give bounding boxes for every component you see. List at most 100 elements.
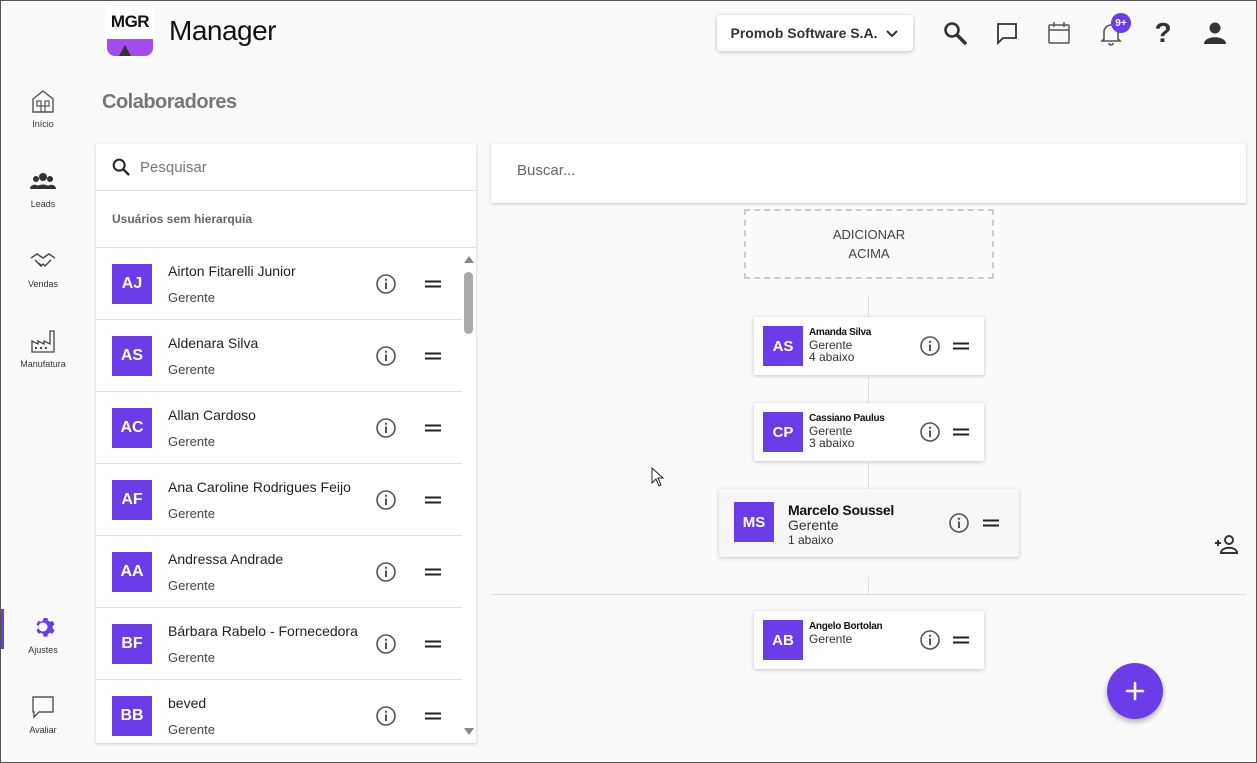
- avatar: AJ: [112, 263, 152, 304]
- help-button[interactable]: ?: [1149, 19, 1177, 47]
- unassigned-users-panel: Usuários sem hierarquia AJ Airton Fitarel…: [96, 144, 476, 743]
- user-info: Allan Cardoso Gerente: [168, 407, 368, 449]
- info-button[interactable]: [375, 345, 397, 367]
- user-role: Gerente: [168, 433, 215, 449]
- search-button[interactable]: [941, 19, 969, 47]
- info-button[interactable]: [375, 633, 397, 655]
- drag-handle-icon: [425, 424, 441, 431]
- sidebar-item-avaliar[interactable]: Avaliar: [1, 693, 85, 735]
- drag-handle-icon: [425, 496, 441, 503]
- drag-handle[interactable]: [423, 490, 443, 510]
- sidebar-item-label: Vendas: [27, 279, 59, 289]
- node-info: Marcelo Soussel Gerente 1 abaixo: [788, 503, 894, 548]
- drag-handle[interactable]: [423, 706, 443, 726]
- drag-handle[interactable]: [423, 418, 443, 438]
- notifications-button[interactable]: 9+: [1097, 13, 1131, 47]
- node-info: Angelo Bortolan Gerente: [809, 621, 883, 645]
- info-button[interactable]: [375, 705, 397, 727]
- user-info: Airton Fitarelli Junior Gerente: [168, 263, 368, 305]
- avatar: AS: [763, 326, 803, 366]
- info-button[interactable]: [375, 417, 397, 439]
- plus-icon: [1125, 681, 1145, 701]
- hierarchy-node[interactable]: CP Cassiano Paulus Gerente 3 abaixo: [754, 403, 984, 461]
- calendar-button[interactable]: [1045, 19, 1073, 47]
- hierarchy-node[interactable]: MS Marcelo Soussel Gerente 1 abaixo: [719, 489, 1019, 557]
- drag-handle[interactable]: [981, 513, 1001, 533]
- logo-triangle: [119, 45, 131, 56]
- user-info: Aldenara Silva Gerente: [168, 335, 368, 377]
- drag-handle[interactable]: [951, 336, 971, 356]
- add-above-dropzone[interactable]: ADICIONAR ACIMA: [744, 209, 994, 279]
- info-icon: [376, 561, 396, 582]
- user-role: Gerente: [168, 505, 215, 521]
- sidebar-item-manufatura[interactable]: Manufatura: [1, 327, 85, 369]
- drag-handle-icon: [425, 640, 441, 647]
- user-name: Ana Caroline Rodrigues Feijo: [168, 478, 351, 495]
- company-name: Promob Software S.A.: [730, 25, 878, 41]
- hierarchy-search-input[interactable]: [517, 162, 1217, 179]
- info-button[interactable]: [375, 273, 397, 295]
- user-name: Airton Fitarelli Junior: [168, 262, 296, 279]
- messages-button[interactable]: [993, 19, 1021, 47]
- sidebar-item-leads[interactable]: Leads: [1, 167, 85, 209]
- app-logo[interactable]: MGR: [105, 6, 155, 58]
- user-name: Andressa Andrade: [168, 550, 284, 567]
- drag-handle[interactable]: [423, 274, 443, 294]
- drag-handle-icon: [425, 568, 441, 575]
- drag-handle-icon: [425, 280, 441, 287]
- info-button[interactable]: [919, 629, 941, 651]
- user-info: Bárbara Rabelo - Fornecedora Gerente: [168, 623, 368, 665]
- sidebar-item-label: Início: [32, 119, 54, 129]
- company-select[interactable]: Promob Software S.A.: [717, 15, 913, 51]
- info-button[interactable]: [919, 421, 941, 443]
- user-icon: [1204, 22, 1226, 44]
- drag-handle[interactable]: [423, 346, 443, 366]
- scroll-down-arrow[interactable]: [464, 728, 474, 735]
- people-icon: [30, 173, 56, 189]
- add-person-button[interactable]: [1213, 531, 1239, 557]
- user-list: AJ Airton Fitarelli Junior Gerente AS Aldena…: [96, 248, 462, 743]
- scrollbar[interactable]: [462, 248, 476, 743]
- user-list-item[interactable]: AJ Airton Fitarelli Junior Gerente: [96, 248, 462, 320]
- app-title: Manager: [169, 15, 277, 46]
- info-button[interactable]: [375, 561, 397, 583]
- drag-handle[interactable]: [423, 562, 443, 582]
- sidebar-item-inicio[interactable]: Início: [1, 87, 85, 129]
- connector-line: [868, 463, 869, 489]
- user-role: Gerente: [168, 649, 215, 665]
- info-icon: [376, 273, 396, 294]
- user-list-item[interactable]: AC Allan Cardoso Gerente: [96, 392, 462, 464]
- info-button[interactable]: [919, 335, 941, 357]
- node-role: Gerente: [788, 517, 839, 533]
- sidebar-item-ajustes[interactable]: Ajustes: [1, 609, 85, 655]
- avatar: BB: [112, 695, 152, 736]
- hierarchy-node[interactable]: AB Angelo Bortolan Gerente: [754, 611, 984, 669]
- user-list-item[interactable]: BB beved Gerente: [96, 680, 462, 743]
- hierarchy-node[interactable]: AS Amanda Silva Gerente 4 abaixo: [754, 317, 984, 375]
- user-role: Gerente: [168, 289, 215, 305]
- avatar: AA: [112, 551, 152, 592]
- user-search-input[interactable]: [140, 158, 460, 176]
- drag-handle[interactable]: [951, 422, 971, 442]
- drag-handle-icon: [425, 712, 441, 719]
- drag-handle[interactable]: [423, 634, 443, 654]
- profile-button[interactable]: [1201, 19, 1229, 47]
- logo-text: MGR: [110, 12, 150, 31]
- user-list-item[interactable]: AS Aldenara Silva Gerente: [96, 320, 462, 392]
- user-name: Bárbara Rabelo - Fornecedora: [168, 622, 358, 639]
- scroll-thumb[interactable]: [464, 272, 473, 334]
- info-button[interactable]: [948, 512, 970, 534]
- user-list-item[interactable]: AF Ana Caroline Rodrigues Feijo Gerente: [96, 464, 462, 536]
- user-role: Gerente: [168, 577, 215, 593]
- drag-handle[interactable]: [951, 630, 971, 650]
- info-icon: [949, 513, 969, 533]
- scroll-up-arrow[interactable]: [464, 256, 474, 263]
- add-fab-button[interactable]: [1107, 663, 1163, 719]
- sidebar-item-vendas[interactable]: Vendas: [1, 247, 85, 289]
- user-list-item[interactable]: BF Bárbara Rabelo - Fornecedora Gerente: [96, 608, 462, 680]
- node-name: Marcelo Soussel: [788, 502, 894, 518]
- info-button[interactable]: [375, 489, 397, 511]
- sidebar-item-label: Avaliar: [29, 725, 57, 735]
- user-list-item[interactable]: AA Andressa Andrade Gerente: [96, 536, 462, 608]
- info-icon: [376, 489, 396, 510]
